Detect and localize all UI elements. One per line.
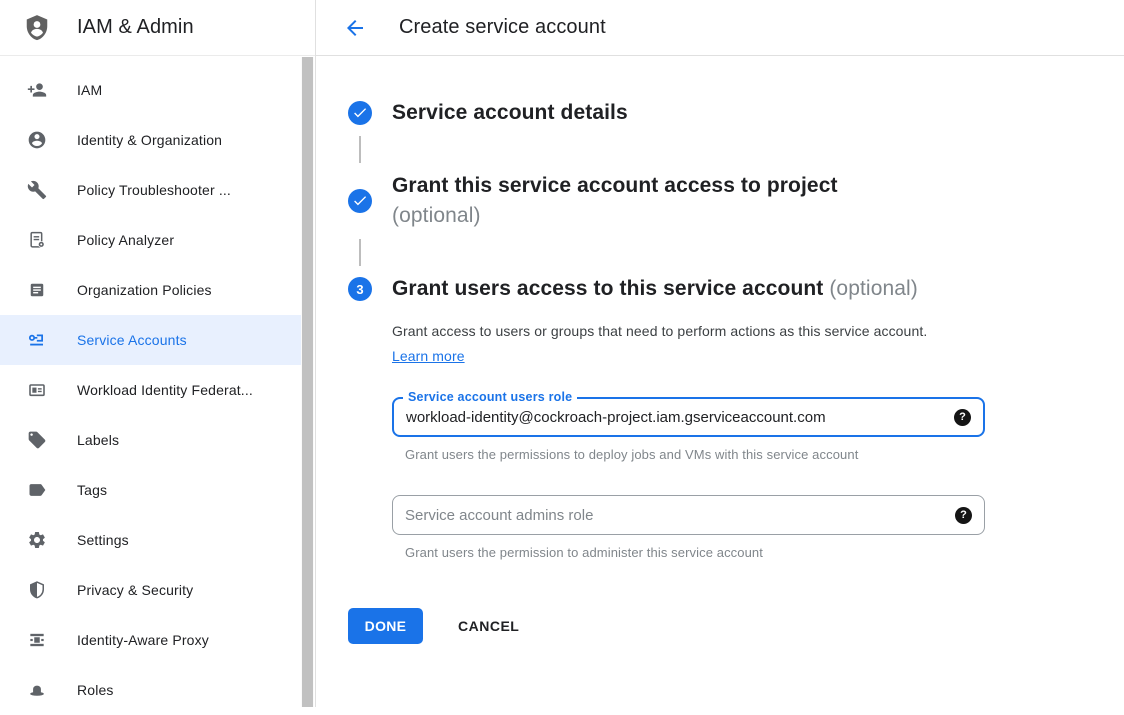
- sidebar-item-policy-analyzer[interactable]: Policy Analyzer: [0, 215, 303, 265]
- sidebar-item-label: Settings: [77, 532, 129, 548]
- sidebar-nav: IAM Identity & Organization Policy Troub…: [0, 56, 315, 715]
- step-1-check-icon: [348, 101, 372, 125]
- sidebar: IAM & Admin IAM Identity & Organization: [0, 0, 316, 707]
- back-arrow-icon[interactable]: [343, 16, 367, 40]
- step-3-description-text: Grant access to users or groups that nee…: [392, 323, 927, 339]
- step-3-body: Grant access to users or groups that nee…: [392, 319, 1124, 560]
- sidebar-item-label: Workload Identity Federat...: [77, 382, 253, 398]
- page-title: Create service account: [399, 16, 606, 39]
- help-icon[interactable]: ?: [954, 409, 971, 426]
- admins-role-helper-text: Grant users the permission to administer…: [405, 545, 1124, 560]
- step-3-grant-users-access: 3 Grant users access to this service acc…: [348, 274, 1124, 304]
- sidebar-scrollbar-thumb[interactable]: [302, 57, 313, 707]
- sidebar-item-label: Organization Policies: [77, 282, 212, 298]
- badge-card-icon: [27, 380, 47, 400]
- form-actions: DONE CANCEL: [348, 608, 1124, 644]
- done-button[interactable]: DONE: [348, 608, 423, 644]
- sidebar-item-privacy-security[interactable]: Privacy & Security: [0, 565, 303, 615]
- step-2-title-text: Grant this service account access to pro…: [392, 174, 838, 197]
- sidebar-scrollbar[interactable]: [301, 57, 314, 707]
- person-add-icon: [27, 80, 47, 100]
- step-3-title-text: Grant users access to this service accou…: [392, 277, 823, 300]
- app-window: IAM & Admin IAM Identity & Organization: [0, 0, 1124, 707]
- step-connector: [359, 239, 361, 266]
- sidebar-item-identity-aware-proxy[interactable]: Identity-Aware Proxy: [0, 615, 303, 665]
- users-role-input[interactable]: [406, 409, 954, 426]
- admins-role-field: ?: [392, 495, 985, 535]
- hat-icon: [27, 680, 47, 700]
- product-title: IAM & Admin: [77, 16, 194, 39]
- step-3-optional-label: (optional): [829, 277, 918, 300]
- sidebar-item-label: Identity & Organization: [77, 132, 222, 148]
- admins-role-field-group: ? Grant users the permission to administ…: [392, 495, 1124, 560]
- sidebar-item-label: Roles: [77, 682, 114, 698]
- page-header: Create service account: [316, 0, 1124, 56]
- sidebar-item-iam[interactable]: IAM: [0, 65, 303, 115]
- step-3-number: 3: [348, 277, 372, 301]
- sidebar-item-policy-troubleshooter[interactable]: Policy Troubleshooter ...: [0, 165, 303, 215]
- sidebar-item-label: IAM: [77, 82, 102, 98]
- step-3-number-badge: 3: [348, 277, 372, 301]
- step-1-service-account-details[interactable]: Service account details: [348, 98, 1124, 128]
- sidebar-item-tags[interactable]: Tags: [0, 465, 303, 515]
- shield-icon: [27, 580, 47, 600]
- step-2-grant-access-to-project[interactable]: Grant this service account access to pro…: [348, 171, 1124, 231]
- help-icon[interactable]: ?: [955, 507, 972, 524]
- step-2-title: Grant this service account access to pro…: [392, 171, 912, 231]
- sidebar-item-labels[interactable]: Labels: [0, 415, 303, 465]
- document-gear-icon: [27, 230, 47, 250]
- sidebar-item-label: Tags: [77, 482, 107, 498]
- label-tag-icon: [27, 430, 47, 450]
- admins-role-input[interactable]: [405, 507, 955, 524]
- users-role-helper-text: Grant users the permissions to deploy jo…: [405, 447, 1124, 462]
- step-3-title: Grant users access to this service accou…: [392, 274, 918, 304]
- sidebar-item-identity-organization[interactable]: Identity & Organization: [0, 115, 303, 165]
- users-role-field-group: Service account users role ? Grant users…: [392, 397, 1124, 462]
- sidebar-item-label: Labels: [77, 432, 119, 448]
- document-lines-icon: [27, 280, 47, 300]
- sidebar-item-label: Service Accounts: [77, 332, 187, 348]
- gear-icon: [27, 530, 47, 550]
- sidebar-item-label: Policy Analyzer: [77, 232, 174, 248]
- sidebar-item-label: Policy Troubleshooter ...: [77, 182, 231, 198]
- step-connector: [359, 136, 361, 163]
- learn-more-link[interactable]: Learn more: [392, 348, 465, 364]
- sidebar-header: IAM & Admin: [0, 0, 315, 56]
- proxy-frame-icon: [27, 630, 47, 650]
- main-panel: Create service account Service account d…: [316, 0, 1124, 707]
- sidebar-item-roles[interactable]: Roles: [0, 665, 303, 715]
- wrench-icon: [27, 180, 47, 200]
- service-account-key-icon: [27, 330, 47, 350]
- step-1-title: Service account details: [392, 98, 628, 128]
- sidebar-item-settings[interactable]: Settings: [0, 515, 303, 565]
- sidebar-item-label: Privacy & Security: [77, 582, 193, 598]
- sidebar-item-workload-identity-federation[interactable]: Workload Identity Federat...: [0, 365, 303, 415]
- iam-admin-shield-icon: [21, 12, 53, 44]
- sidebar-item-label: Identity-Aware Proxy: [77, 632, 209, 648]
- sidebar-item-organization-policies[interactable]: Organization Policies: [0, 265, 303, 315]
- tag-arrow-icon: [27, 480, 47, 500]
- step-2-check-icon: [348, 189, 372, 213]
- account-circle-icon: [27, 130, 47, 150]
- sidebar-item-service-accounts[interactable]: Service Accounts: [0, 315, 303, 365]
- create-service-account-form: Service account details Grant this servi…: [316, 56, 1124, 644]
- step-3-description: Grant access to users or groups that nee…: [392, 319, 952, 369]
- cancel-button[interactable]: CANCEL: [452, 617, 525, 635]
- users-role-field: Service account users role ?: [392, 397, 985, 437]
- step-2-optional-label: (optional): [392, 204, 481, 227]
- users-role-field-label: Service account users role: [403, 390, 577, 404]
